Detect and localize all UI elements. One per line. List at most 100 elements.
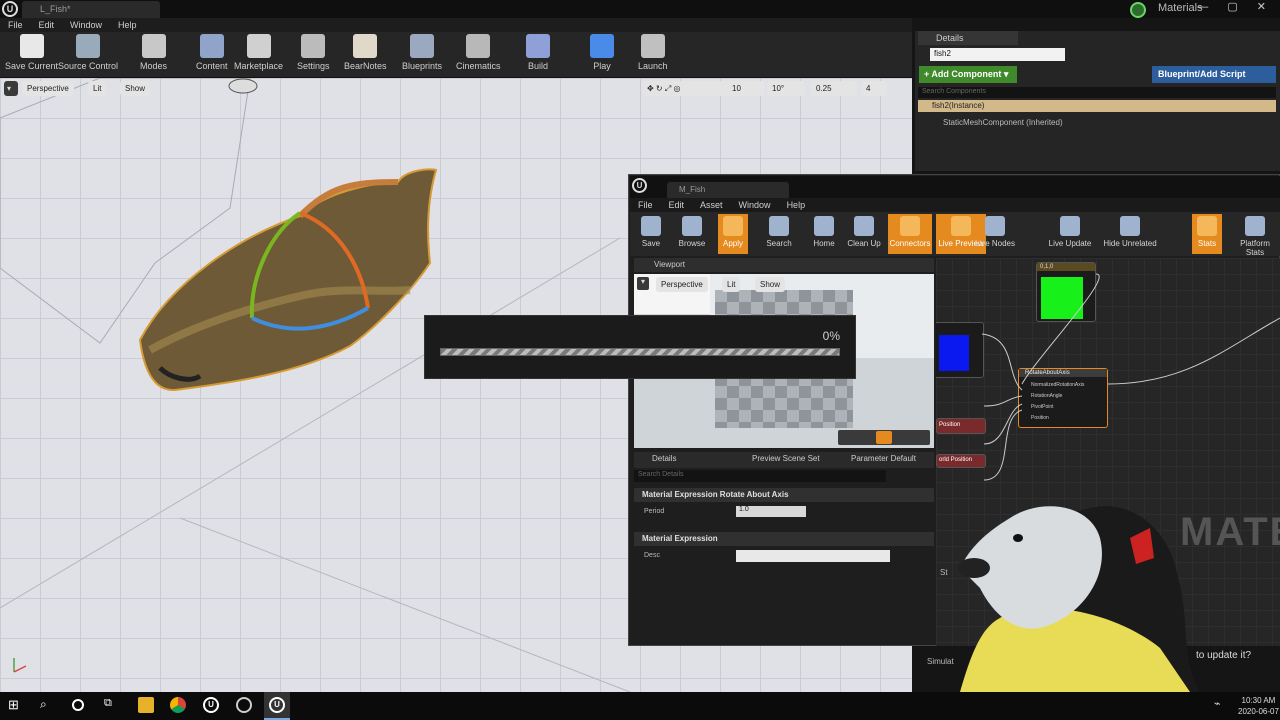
material-connectors-button[interactable]: Connectors — [888, 214, 932, 254]
material-toolbar-label: Clean Up — [847, 239, 881, 248]
source-control-button[interactable]: Source Control — [58, 34, 118, 71]
material-toolbar-label: Search — [766, 239, 792, 248]
marketplace-button[interactable]: Marketplace — [234, 34, 283, 71]
save-current-button[interactable]: Save Current — [5, 34, 58, 71]
app-taskbar-icon[interactable] — [236, 697, 252, 713]
material-clean-up-button[interactable]: Clean Up — [844, 214, 884, 254]
menu-edit[interactable]: Edit — [31, 18, 63, 32]
bearnotes-icon — [353, 34, 378, 58]
search-components-input[interactable]: Search Components — [918, 87, 1276, 98]
details-tab[interactable]: Details — [918, 31, 1018, 45]
menu-help[interactable]: Help — [110, 18, 145, 32]
main-toolbar: Save Current Source Control Modes Content Ma… — [0, 32, 912, 78]
material-hide-unrelated-button[interactable]: Hide Unrelated — [1102, 214, 1158, 254]
material-menu-file[interactable]: File — [630, 198, 661, 212]
toolbar-label: Build — [527, 61, 548, 71]
material-home-button[interactable]: Home — [810, 214, 838, 254]
viewport-options-dropdown[interactable]: ▾ — [4, 81, 18, 96]
preview-perspective-label: Perspective — [661, 280, 703, 289]
material-menubar: File Edit Asset Window Help — [630, 198, 1280, 212]
viewport-tab[interactable]: Viewport — [634, 258, 934, 272]
cinematics-button[interactable]: Cinematics — [456, 34, 501, 71]
menu-file[interactable]: File — [0, 18, 31, 32]
network-icon[interactable]: ⌁ — [1214, 697, 1230, 713]
settings-button[interactable]: Settings — [297, 34, 330, 71]
blueprints-button[interactable]: Blueprints — [402, 34, 442, 71]
material-tab[interactable]: M_Fish — [667, 182, 789, 198]
browse-icon — [682, 216, 702, 236]
blueprint-add-script-button[interactable]: Blueprint/Add Script — [1152, 66, 1276, 83]
material-save-button[interactable]: Save — [636, 214, 666, 254]
progress-dialog — [424, 315, 856, 379]
tab-preview-scene-set[interactable]: Preview Scene Set — [752, 454, 820, 463]
material-live-update-button[interactable]: Live Update — [1046, 214, 1094, 254]
scale-snap[interactable]: 0.25 — [811, 81, 857, 96]
play-icon — [590, 34, 614, 58]
section-rotate-about-axis[interactable]: Material Expression Rotate About Axis — [634, 488, 934, 502]
static-mesh-component-row[interactable]: StaticMeshComponent (Inherited) — [943, 118, 1063, 127]
material-menu-asset[interactable]: Asset — [692, 198, 731, 212]
actor-name-input[interactable]: fish2 — [930, 48, 1065, 61]
instance-row[interactable]: fish2(Instance) — [918, 100, 1276, 112]
start-icon[interactable]: ⊞ — [8, 697, 24, 713]
toolbar-label: Settings — [297, 61, 330, 71]
tab-details[interactable]: Details — [652, 454, 676, 463]
source-control-icon — [76, 34, 101, 58]
preview-perspective-button[interactable]: Perspective — [656, 277, 708, 292]
modes-button[interactable]: Modes — [140, 34, 167, 71]
chrome-icon[interactable] — [170, 697, 186, 713]
material-toolbar-label: Browse — [678, 239, 706, 248]
menu-window[interactable]: Window — [62, 18, 110, 32]
perspective-label: Perspective — [27, 84, 69, 93]
stats-icon — [1197, 216, 1217, 236]
file-explorer-icon[interactable] — [138, 697, 154, 713]
camera-speed[interactable]: 4 — [861, 81, 887, 96]
unreal-taskbar-icon[interactable]: U — [203, 697, 219, 713]
launch-button[interactable]: Launch — [638, 34, 668, 71]
toolbar-label: Play — [593, 61, 611, 71]
material-stats-button[interactable]: Stats — [1192, 214, 1222, 254]
preview-show-button[interactable]: Show — [755, 277, 786, 292]
show-button[interactable]: Show — [120, 81, 151, 96]
material-toolbar-label: Save — [641, 239, 661, 248]
preview-lit-button[interactable]: Lit — [722, 277, 741, 292]
build-button[interactable]: Build — [526, 34, 550, 71]
window-controls[interactable]: — ▢ ✕ — [1197, 0, 1274, 13]
unreal-logo-icon[interactable]: U — [2, 1, 18, 17]
material-details-tabs: Details Preview Scene Set Parameter Defa… — [634, 452, 934, 468]
fish-mesh[interactable] — [138, 168, 438, 392]
translate-snap-value: 10 — [732, 84, 741, 93]
material-menu-help[interactable]: Help — [779, 198, 814, 212]
bearnotes-button[interactable]: BearNotes — [344, 34, 387, 71]
apply-icon — [723, 216, 743, 236]
preview-shape-active[interactable] — [876, 431, 892, 444]
build-icon — [526, 34, 550, 58]
system-clock[interactable]: 10:30 AM 2020-06-07 — [1238, 695, 1279, 717]
rotate-snap[interactable]: 10° — [767, 81, 805, 96]
transform-tools[interactable]: ✥ ↻ ⤢ ◎ — [642, 81, 736, 96]
level-tab[interactable]: L_Fish* — [22, 1, 160, 18]
tab-parameter-default[interactable]: Parameter Default — [851, 454, 916, 463]
section-material-expression[interactable]: Material Expression — [634, 532, 934, 546]
desc-input[interactable] — [736, 550, 890, 562]
preview-options-dropdown[interactable]: ▾ — [637, 277, 649, 290]
search-details-input[interactable]: Search Details — [634, 470, 886, 482]
period-input[interactable]: 1.0 — [736, 506, 806, 517]
search-icon[interactable]: ⌕ — [40, 697, 56, 713]
material-search-button[interactable]: Search — [762, 214, 796, 254]
content-button[interactable]: Content — [196, 34, 228, 71]
play-button[interactable]: Play — [590, 34, 614, 71]
blueprints-icon — [410, 34, 435, 58]
add-component-button[interactable]: + Add Component ▾ — [919, 66, 1017, 83]
lit-button[interactable]: Lit — [88, 81, 107, 96]
cortana-icon[interactable] — [72, 699, 84, 711]
material-apply-button[interactable]: Apply — [718, 214, 748, 254]
translate-snap[interactable]: 10 — [727, 81, 765, 96]
material-browse-button[interactable]: Browse — [672, 214, 712, 254]
material-menu-edit[interactable]: Edit — [661, 198, 693, 212]
task-view-icon[interactable]: ⧉ — [104, 697, 120, 713]
perspective-button[interactable]: Perspective — [22, 81, 74, 96]
material-menu-window[interactable]: Window — [731, 198, 779, 212]
material-platform-stats-button[interactable]: Platform Stats — [1230, 214, 1280, 257]
material-live-nodes-button[interactable]: Live Nodes — [974, 214, 1016, 254]
